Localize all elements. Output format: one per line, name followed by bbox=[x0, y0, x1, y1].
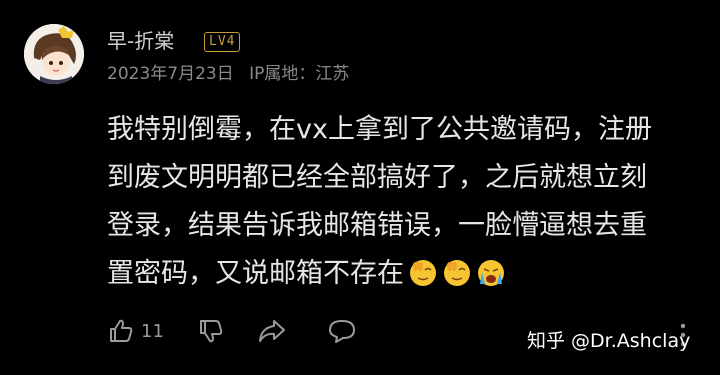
facepalm-emoji bbox=[444, 260, 470, 286]
share-icon bbox=[259, 320, 285, 342]
ip-location: IP属地：江苏 bbox=[249, 64, 350, 84]
comment-meta: 2023年7月23日 IP属地：江苏 bbox=[107, 63, 349, 85]
level-badge: LV4 bbox=[204, 32, 241, 52]
share-button[interactable] bbox=[257, 317, 327, 345]
comment-text: 我特别倒霉，在vx上拿到了公共邀请码，注册 到废文明明都已经全部搞好了，之后就想… bbox=[107, 106, 687, 298]
like-button[interactable]: 11 bbox=[107, 317, 197, 345]
watermark: 知乎 @Dr.Ashclay bbox=[527, 330, 691, 352]
facepalm-emoji bbox=[410, 260, 436, 286]
like-count: 11 bbox=[141, 320, 164, 342]
comment-line: 登录，结果告诉我邮箱错误，一脸懵逼想去重 bbox=[107, 210, 647, 241]
reply-button[interactable] bbox=[327, 317, 367, 345]
comment-date: 2023年7月23日 bbox=[107, 64, 234, 84]
avatar[interactable] bbox=[24, 24, 84, 84]
thumbs-up-icon bbox=[110, 319, 133, 342]
comment-line-last: 置密码，又说邮箱不存在 bbox=[107, 250, 687, 298]
action-bar: 11 bbox=[107, 314, 367, 348]
comment-icon bbox=[329, 320, 355, 343]
dislike-button[interactable] bbox=[197, 317, 257, 345]
username[interactable]: 早-折棠 bbox=[107, 28, 174, 54]
thumbs-down-icon bbox=[200, 320, 223, 343]
comment-line: 置密码，又说邮箱不存在 bbox=[107, 258, 404, 289]
crying-emoji bbox=[478, 260, 504, 286]
comment-line: 我特别倒霉，在vx上拿到了公共邀请码，注册 bbox=[107, 114, 652, 145]
comment-line: 到废文明明都已经全部搞好了，之后就想立刻 bbox=[107, 162, 647, 193]
